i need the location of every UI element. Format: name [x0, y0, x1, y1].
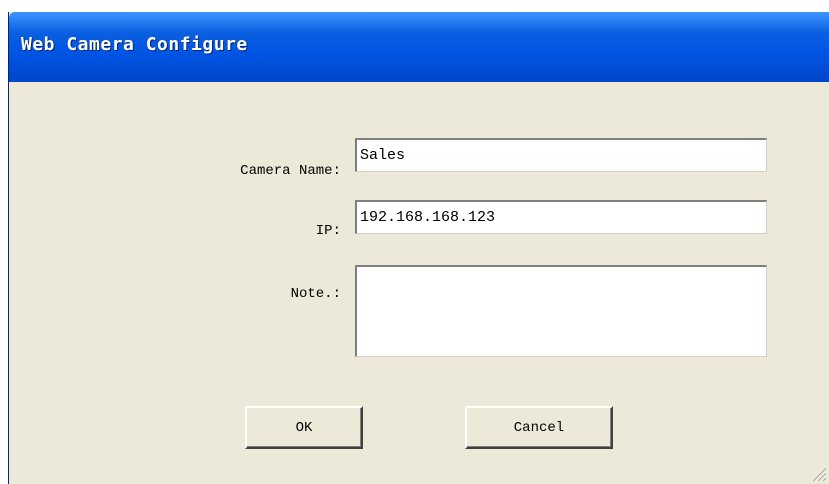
ok-button[interactable]: OK: [245, 406, 363, 449]
resize-grip-icon[interactable]: [809, 464, 827, 482]
note-label: Note.:: [290, 286, 341, 302]
ip-label: IP:: [315, 223, 341, 239]
note-textarea[interactable]: [355, 265, 767, 357]
ip-input[interactable]: [355, 200, 767, 234]
cancel-button[interactable]: Cancel: [465, 406, 613, 449]
window-title: Web Camera Configure: [21, 34, 248, 55]
title-bar[interactable]: Web Camera Configure: [9, 12, 829, 82]
camera-name-input[interactable]: [355, 138, 767, 172]
camera-name-label: Camera Name:: [240, 163, 341, 179]
dialog-window: Web Camera Configure Camera Name: IP: No…: [8, 12, 829, 484]
